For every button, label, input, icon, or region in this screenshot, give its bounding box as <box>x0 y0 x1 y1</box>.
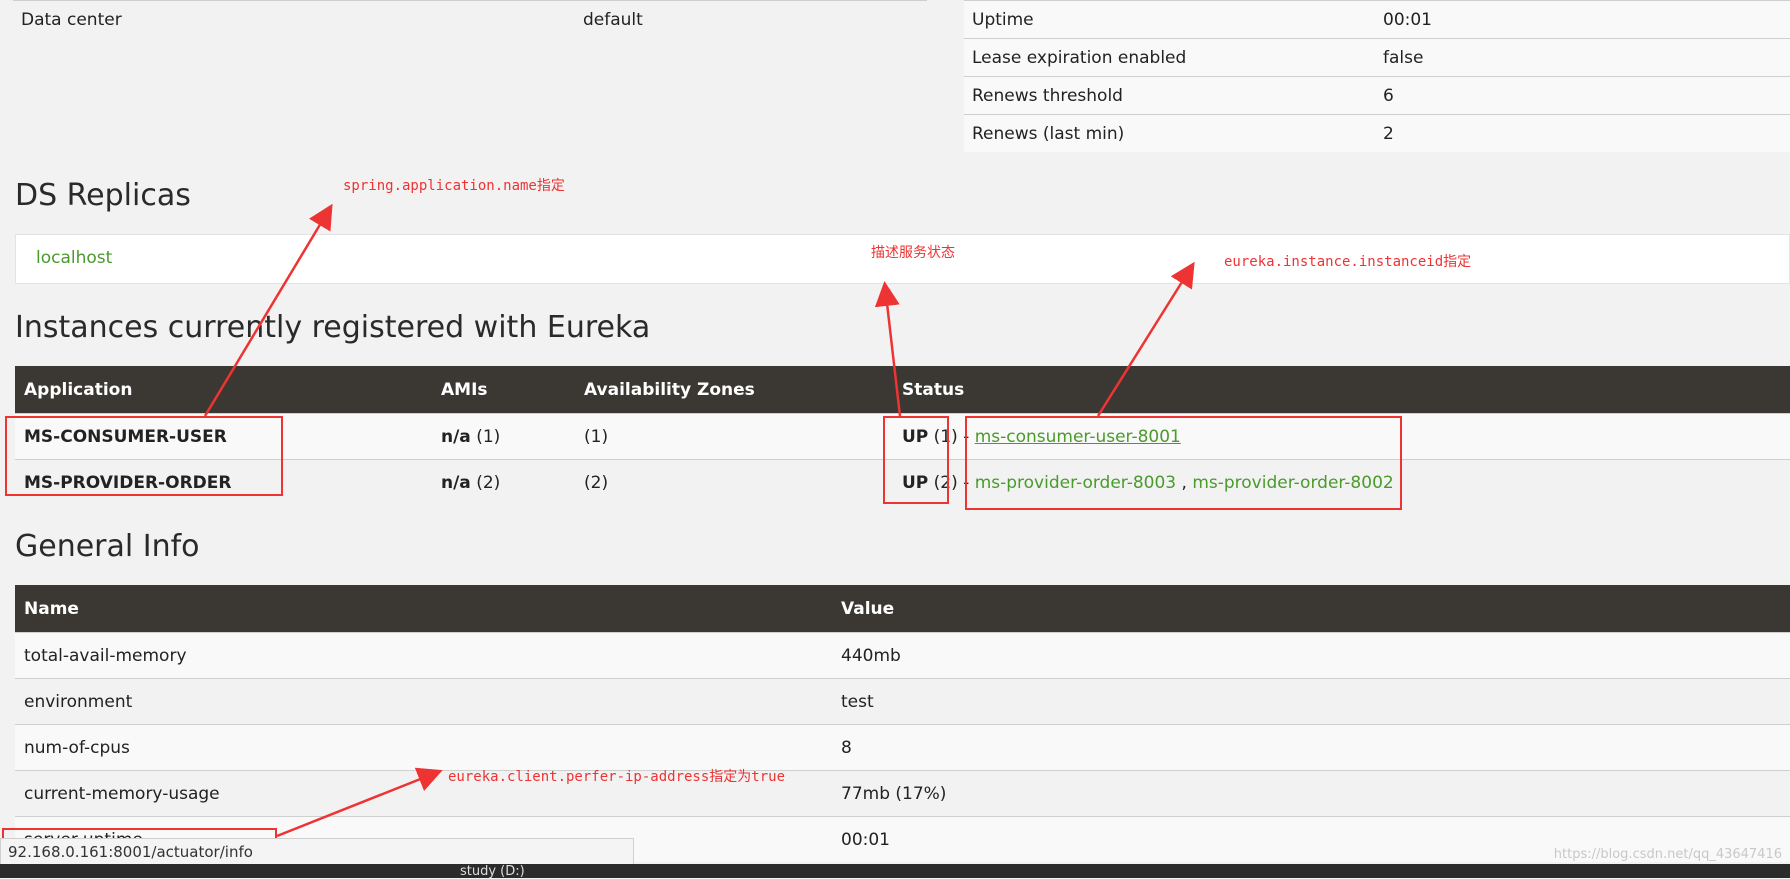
watermark: https://blog.csdn.net/qq_43647416 <box>1553 847 1782 862</box>
annotation-instance-id: eureka.instance.instanceid指定 <box>1224 254 1472 270</box>
arrow-status <box>874 281 902 417</box>
os-taskbar: study (D:) <box>0 864 1790 879</box>
arrow-app-name <box>203 203 333 417</box>
browser-status-bar: 92.168.0.161:8001/actuator/info <box>0 838 634 866</box>
annotation-arrows <box>203 203 1195 838</box>
annotation-status: 描述服务状态 <box>871 245 955 261</box>
arrow-instance-id <box>1096 261 1195 417</box>
annotation-app-name: spring.application.name指定 <box>343 178 565 194</box>
annotation-ip-address: eureka.client.perfer-ip-address指定为true <box>448 769 786 785</box>
taskbar-item[interactable]: study (D:) <box>460 864 525 879</box>
status-url: 92.168.0.161:8001/actuator/info <box>8 843 253 861</box>
arrow-ip-address <box>276 767 443 838</box>
